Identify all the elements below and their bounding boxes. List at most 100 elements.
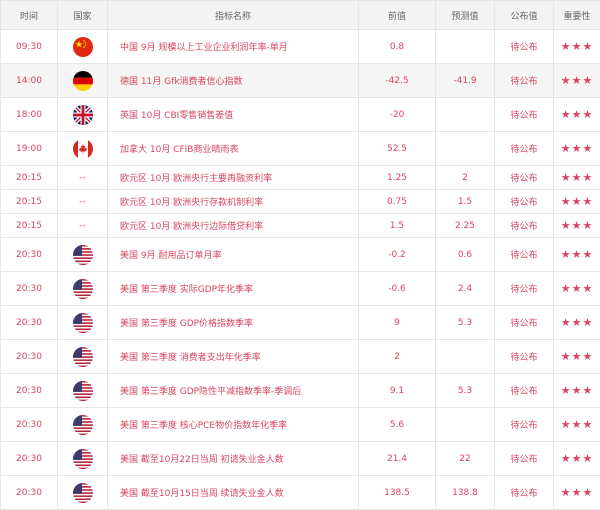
indicator-link[interactable]: 美国 第三季度 GDP价格指数季率 <box>108 306 359 340</box>
star-icon: ★ <box>572 452 583 465</box>
table-row: 20:15--欧元区 10月 欧洲央行边际借贷利率1.52.25待公布★★★ <box>1 214 600 238</box>
forecast-value: -41.9 <box>436 64 495 98</box>
ca-flag-icon <box>73 139 93 159</box>
country-cell <box>58 132 108 166</box>
indicator-link[interactable]: 英国 10月 CBI零售销售差值 <box>108 98 359 132</box>
importance-cell: ★★★ <box>554 272 600 306</box>
indicator-link[interactable]: 美国 截至10月22日当周 初请失业金人数 <box>108 442 359 476</box>
star-icon: ★ <box>582 108 593 121</box>
star-icon: ★ <box>561 142 572 155</box>
star-icon: ★ <box>572 74 583 87</box>
star-icon: ★ <box>561 282 572 295</box>
us-flag-icon <box>73 381 93 401</box>
previous-value: 1.5 <box>359 214 436 238</box>
indicator-link[interactable]: 美国 第三季度 GDP隐性平减指数季率-季调后 <box>108 374 359 408</box>
star-icon: ★ <box>582 40 593 53</box>
table-row: 19:00加拿大 10月 CFIB商业晴雨表52.5待公布★★★ <box>1 132 600 166</box>
star-icon: ★ <box>572 108 583 121</box>
actual-value: 待公布 <box>495 340 554 374</box>
star-icon: ★ <box>572 350 583 363</box>
star-icon: ★ <box>561 248 572 261</box>
table-row: 20:30美国 截至10月15日当周 续请失业金人数138.5138.8待公布★… <box>1 476 600 510</box>
star-icon: ★ <box>582 219 593 232</box>
indicator-link[interactable]: 欧元区 10月 欧洲央行边际借贷利率 <box>108 214 359 238</box>
country-cell <box>58 374 108 408</box>
previous-value: -0.6 <box>359 272 436 306</box>
indicator-link[interactable]: 美国 9月 耐用品订单月率 <box>108 238 359 272</box>
table-row: 14:00德国 11月 Gfk消费者信心指数-42.5-41.9待公布★★★ <box>1 64 600 98</box>
indicator-link[interactable]: 美国 第三季度 实际GDP年化季率 <box>108 272 359 306</box>
star-icon: ★ <box>572 171 583 184</box>
importance-cell: ★★★ <box>554 306 600 340</box>
indicator-link[interactable]: 德国 11月 Gfk消费者信心指数 <box>108 64 359 98</box>
previous-value: 21.4 <box>359 442 436 476</box>
indicator-link[interactable]: 美国 截至10月15日当周 续请失业金人数 <box>108 476 359 510</box>
star-icon: ★ <box>572 418 583 431</box>
forecast-value <box>436 132 495 166</box>
importance-cell: ★★★ <box>554 340 600 374</box>
us-flag-icon <box>73 245 93 265</box>
us-flag-icon <box>73 483 93 503</box>
star-icon: ★ <box>561 350 572 363</box>
time-cell: 20:30 <box>1 306 58 340</box>
cn-flag-icon <box>73 37 93 57</box>
economic-calendar-table: 时间 国家 指标名称 前值 预测值 公布值 重要性 09:30中国 9月 规模以… <box>0 0 600 510</box>
indicator-link[interactable]: 加拿大 10月 CFIB商业晴雨表 <box>108 132 359 166</box>
country-cell <box>58 238 108 272</box>
star-icon: ★ <box>582 195 593 208</box>
time-cell: 20:30 <box>1 272 58 306</box>
country-cell <box>58 30 108 64</box>
de-flag-icon <box>73 71 93 91</box>
indicator-link[interactable]: 欧元区 10月 欧洲央行主要再融资利率 <box>108 166 359 190</box>
indicator-link[interactable]: 欧元区 10月 欧洲央行存款机制利率 <box>108 190 359 214</box>
country-cell <box>58 98 108 132</box>
table-row: 18:00 英国 10月 CBI零售销售差值-20 待公布★★★ <box>1 98 600 132</box>
time-cell: 18:00 <box>1 98 58 132</box>
time-cell: 20:30 <box>1 476 58 510</box>
indicator-link[interactable]: 美国 第三季度 消费者支出年化季率 <box>108 340 359 374</box>
country-cell: -- <box>58 190 108 214</box>
gb-flag-icon <box>73 105 93 125</box>
previous-value: 5.6 <box>359 408 436 442</box>
table-row: 20:30美国 截至10月22日当周 初请失业金人数21.422待公布★★★ <box>1 442 600 476</box>
star-icon: ★ <box>572 40 583 53</box>
importance-cell: ★★★ <box>554 238 600 272</box>
star-icon: ★ <box>561 219 572 232</box>
actual-value: 待公布 <box>495 374 554 408</box>
star-icon: ★ <box>572 316 583 329</box>
table-row: 20:30美国 第三季度 GDP隐性平减指数季率-季调后9.15.3待公布★★★ <box>1 374 600 408</box>
actual-value: 待公布 <box>495 64 554 98</box>
table-row: 20:15--欧元区 10月 欧洲央行存款机制利率0.751.5待公布★★★ <box>1 190 600 214</box>
time-cell: 20:30 <box>1 238 58 272</box>
indicator-link[interactable]: 中国 9月 规模以上工业企业利润年率-单月 <box>108 30 359 64</box>
star-icon: ★ <box>582 486 593 499</box>
country-cell <box>58 408 108 442</box>
previous-value: -20 <box>359 98 436 132</box>
us-flag-icon <box>73 347 93 367</box>
importance-cell: ★★★ <box>554 98 600 132</box>
star-icon: ★ <box>561 74 572 87</box>
indicator-link[interactable]: 美国 第三季度 核心PCE物价指数年化季率 <box>108 408 359 442</box>
actual-value: 待公布 <box>495 98 554 132</box>
actual-value: 待公布 <box>495 306 554 340</box>
country-cell: -- <box>58 214 108 238</box>
forecast-value: 5.3 <box>436 374 495 408</box>
importance-cell: ★★★ <box>554 132 600 166</box>
importance-cell: ★★★ <box>554 408 600 442</box>
star-icon: ★ <box>572 142 583 155</box>
previous-value: 9.1 <box>359 374 436 408</box>
forecast-value: 22 <box>436 442 495 476</box>
country-cell <box>58 442 108 476</box>
us-flag-icon <box>73 279 93 299</box>
importance-cell: ★★★ <box>554 166 600 190</box>
actual-value: 待公布 <box>495 166 554 190</box>
actual-value: 待公布 <box>495 408 554 442</box>
table-row: 20:30美国 第三季度 实际GDP年化季率-0.62.4待公布★★★ <box>1 272 600 306</box>
table-row: 20:30美国 第三季度 GDP价格指数季率95.3待公布★★★ <box>1 306 600 340</box>
country-cell <box>58 306 108 340</box>
forecast-value <box>436 98 495 132</box>
star-icon: ★ <box>572 384 583 397</box>
header-time: 时间 <box>1 1 58 30</box>
importance-cell: ★★★ <box>554 30 600 64</box>
star-icon: ★ <box>582 74 593 87</box>
